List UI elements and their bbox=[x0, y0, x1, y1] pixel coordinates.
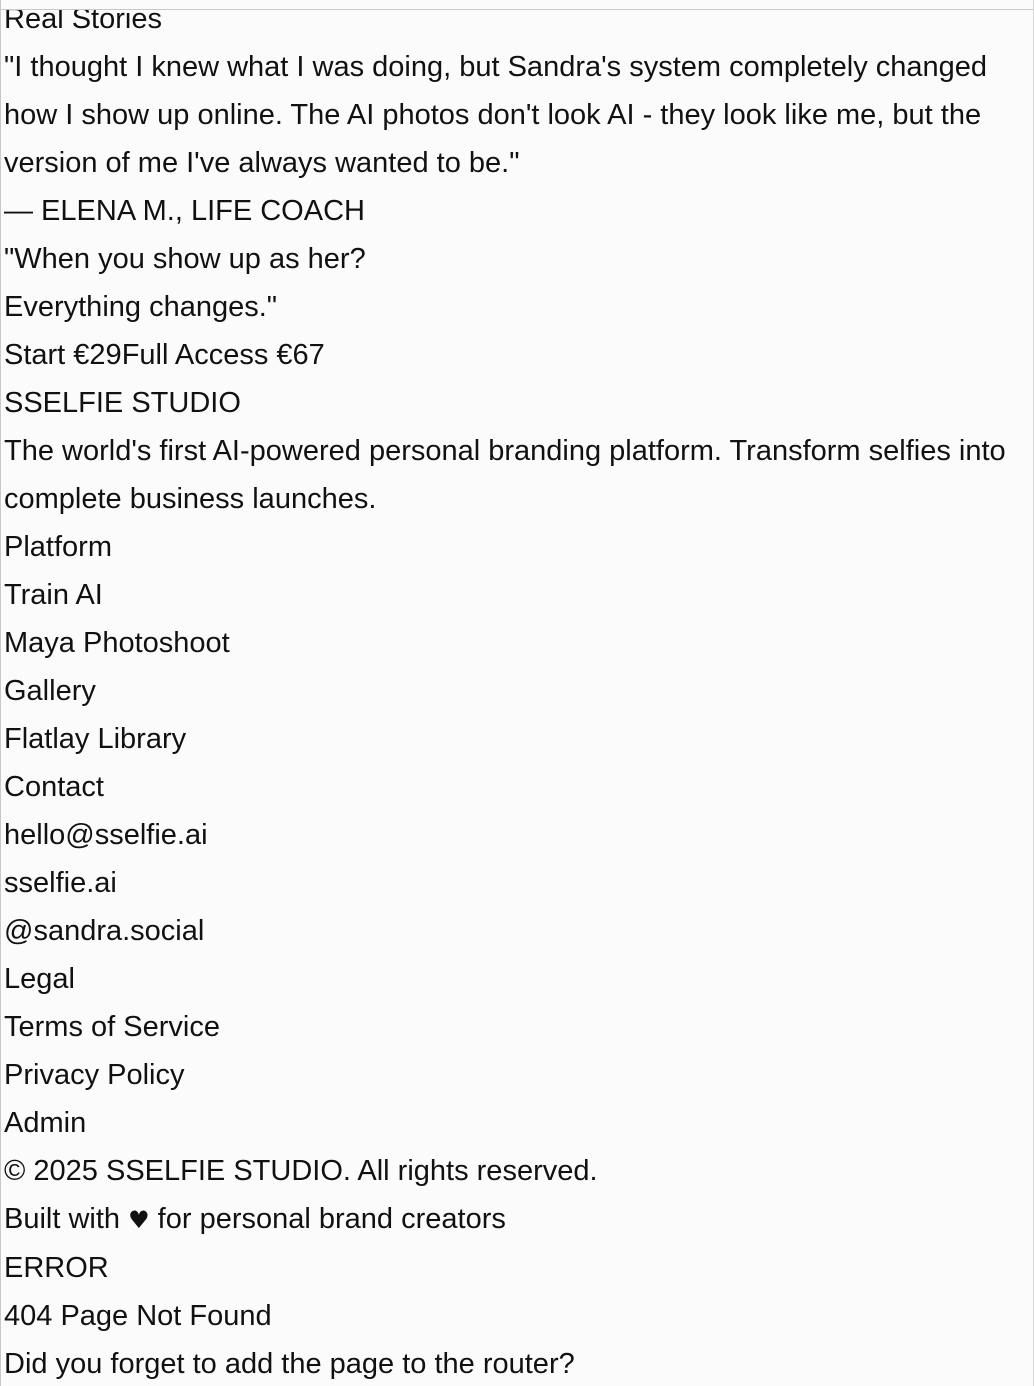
footer-link-maya-photoshoot[interactable]: Maya Photoshoot bbox=[4, 619, 1024, 667]
footer-heading-platform: Platform bbox=[4, 531, 112, 563]
cta-quote-line-1: "When you show up as her? bbox=[4, 243, 366, 275]
testimonial-quote: "I thought I knew what I was doing, but … bbox=[4, 51, 988, 179]
footer-brand: SSELFIE STUDIO bbox=[4, 387, 241, 419]
cta-buttons: Start €29Full Access €67 bbox=[4, 331, 1024, 379]
footer-link-website[interactable]: sselfie.ai bbox=[4, 859, 1024, 907]
footer-heading-legal: Legal bbox=[4, 963, 75, 995]
footer-link-flatlay-library[interactable]: Flatlay Library bbox=[4, 715, 1024, 763]
testimonial-attribution: — ELENA M., LIFE COACH bbox=[4, 195, 365, 227]
built-with-prefix: Built with bbox=[4, 1203, 129, 1235]
error-label: ERROR bbox=[4, 1252, 109, 1284]
footer-link-gallery[interactable]: Gallery bbox=[4, 667, 1024, 715]
error-message: Did you forget to add the page to the ro… bbox=[4, 1348, 575, 1380]
site-footer: SSELFIE STUDIO The world's first AI-powe… bbox=[4, 379, 1024, 1244]
footer-link-admin[interactable]: Admin bbox=[4, 1099, 1024, 1147]
error-title: 404 Page Not Found bbox=[4, 1300, 272, 1332]
footer-link-privacy[interactable]: Privacy Policy bbox=[4, 1051, 1024, 1099]
cta-section: "When you show up as her? Everything cha… bbox=[4, 235, 1024, 379]
footer-built-with: Built with ♥ for personal brand creators bbox=[4, 1195, 1024, 1244]
cta-quote-line-2: Everything changes." bbox=[4, 291, 278, 323]
start-button[interactable]: Start €29 bbox=[4, 339, 122, 371]
footer-link-train-ai[interactable]: Train AI bbox=[4, 571, 1024, 619]
footer-heading-contact: Contact bbox=[4, 771, 104, 803]
full-access-button[interactable]: Full Access €67 bbox=[122, 339, 325, 371]
error-section: ERROR 404 Page Not Found Did you forget … bbox=[4, 1244, 1024, 1386]
heart-icon: ♥ bbox=[128, 1206, 150, 1234]
built-with-suffix: for personal brand creators bbox=[149, 1203, 506, 1235]
window-top-edge bbox=[0, 0, 1034, 10]
page-content: Real Stories "I thought I knew what I wa… bbox=[4, 0, 1024, 1386]
footer-link-social[interactable]: @sandra.social bbox=[4, 907, 1024, 955]
window-left-edge bbox=[0, 0, 1, 1386]
footer-copyright: © 2025 SSELFIE STUDIO. All rights reserv… bbox=[4, 1155, 598, 1187]
footer-tagline: The world's first AI-powered personal br… bbox=[4, 435, 1006, 515]
footer-link-email[interactable]: hello@sselfie.ai bbox=[4, 811, 1024, 859]
footer-link-terms[interactable]: Terms of Service bbox=[4, 1003, 1024, 1051]
testimonials-section: Real Stories "I thought I knew what I wa… bbox=[4, 0, 1024, 235]
